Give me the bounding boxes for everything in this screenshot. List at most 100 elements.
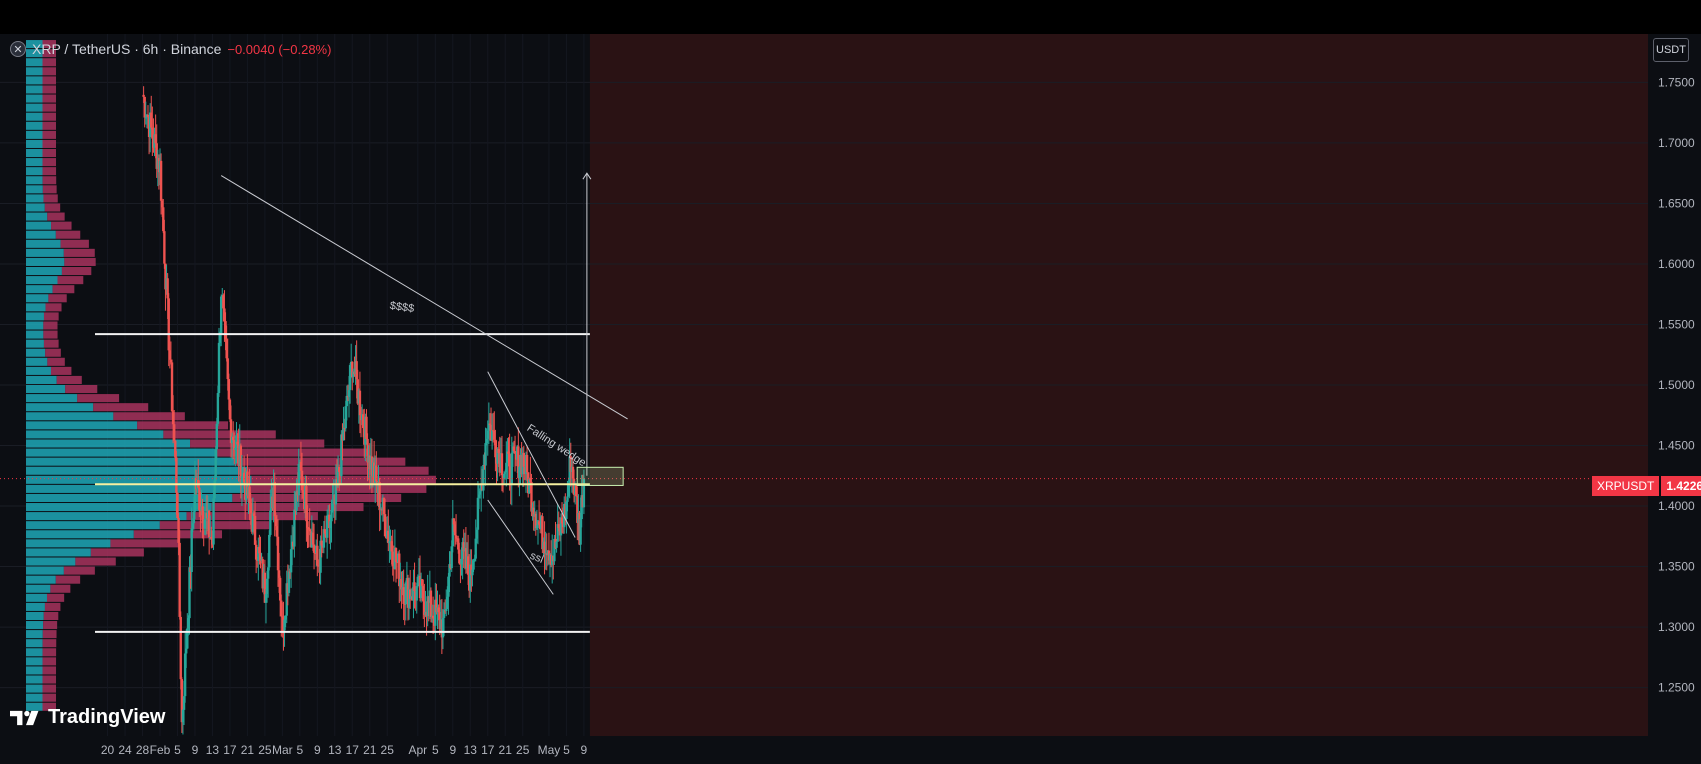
volume-bar-up	[26, 430, 164, 439]
volume-bar-down	[60, 239, 89, 248]
volume-bar-down	[42, 158, 57, 167]
volume-bar-up	[26, 575, 56, 584]
volume-bar-up	[26, 403, 94, 412]
volume-bar-down	[43, 194, 58, 203]
volume-bar-up	[26, 248, 64, 257]
candle-body	[268, 534, 271, 568]
candle-body	[323, 529, 327, 534]
volume-bar-down	[47, 357, 65, 366]
volume-bar-down	[190, 439, 325, 448]
volume-bar-up	[26, 366, 51, 375]
volume-bar-up	[26, 303, 46, 312]
volume-bar-down	[42, 675, 57, 684]
volume-bar-up	[26, 557, 76, 566]
candle-body	[566, 496, 569, 502]
volume-bar-down	[50, 584, 71, 593]
volume-bar-down	[50, 366, 72, 375]
volume-bar-down	[77, 394, 120, 403]
volume-bar-up	[26, 139, 43, 148]
candle-body	[142, 94, 145, 97]
chart-header: ✕ XRP / TetherUS · 6h · Binance −0.0040 …	[10, 38, 331, 60]
volume-bar-up	[26, 439, 191, 448]
candle-body	[415, 586, 418, 601]
symbol-title[interactable]: XRP / TetherUS · 6h · Binance	[32, 41, 221, 57]
volume-bar-down	[61, 266, 92, 276]
y-tick-label: 1.6000	[1658, 257, 1695, 271]
volume-bar-up	[26, 294, 49, 303]
candle-body	[175, 457, 178, 493]
volume-bar-up	[26, 503, 212, 512]
candle-body	[190, 528, 193, 573]
volume-bar-down	[42, 121, 57, 130]
volume-bar-down	[93, 403, 149, 412]
volume-bar-down	[45, 348, 61, 357]
volume-bar-down	[48, 294, 67, 303]
candle-body	[185, 648, 188, 654]
volume-bar-up	[26, 466, 248, 475]
volume-bar-up	[26, 348, 46, 357]
volume-bar-down	[251, 475, 436, 484]
volume-bar-down	[90, 548, 144, 557]
x-tick-label: 9	[314, 743, 321, 757]
last-price-tag: XRPUSDT 1.4226	[1592, 476, 1701, 496]
x-tick-label: 21	[363, 743, 377, 757]
candle-body	[179, 616, 182, 680]
x-tick-label: Apr	[408, 743, 427, 757]
tradingview-logo[interactable]: TradingView	[10, 706, 165, 729]
volume-bar-down	[47, 212, 65, 221]
candle-body	[306, 521, 309, 528]
volume-bar-up	[26, 285, 53, 294]
volume-bar-down	[63, 248, 95, 257]
volume-bar-down	[43, 321, 58, 330]
volume-bar-up	[26, 675, 43, 684]
volume-bar-down	[55, 575, 81, 584]
candle-body	[525, 454, 529, 473]
volume-bar-up	[26, 76, 43, 85]
currency-button[interactable]: USDT	[1653, 38, 1689, 62]
candle-body	[216, 393, 220, 424]
candle-body	[212, 498, 215, 545]
volume-bar-up	[26, 203, 45, 212]
volume-bar-up	[26, 221, 52, 230]
volume-bar-up	[26, 539, 111, 548]
volume-bar-up	[26, 584, 51, 593]
x-tick-label: 20	[101, 743, 115, 757]
volume-bar-up	[26, 521, 160, 530]
price-tag-value: 1.4226	[1661, 476, 1701, 496]
x-tick-label: 24	[118, 743, 132, 757]
candle-body	[472, 560, 475, 570]
volume-bar-up	[26, 684, 43, 693]
volume-bar-down	[52, 285, 75, 294]
x-tick-label: 25	[258, 743, 272, 757]
volume-bar-down	[110, 539, 180, 548]
volume-bar-up	[26, 185, 43, 194]
volume-bar-up	[26, 230, 56, 239]
candle-body	[445, 608, 448, 612]
volume-bar-down	[42, 94, 56, 103]
x-tick-label: 5	[563, 743, 570, 757]
close-icon[interactable]: ✕	[10, 41, 26, 57]
volume-bar-up	[26, 103, 43, 112]
volume-bar-up	[26, 194, 44, 203]
x-tick-label: 13	[464, 743, 478, 757]
volume-bar-up	[26, 657, 43, 666]
volume-bar-down	[234, 457, 406, 466]
volume-bar-down	[45, 303, 62, 312]
volume-bar-up	[26, 475, 252, 484]
volume-bar-down	[43, 312, 59, 321]
x-tick-label: 9	[449, 743, 456, 757]
x-tick-label: 13	[328, 743, 342, 757]
chart-window: 1.7500 1.7000 1.6500 1.6000 1.5500 1.5000 1.45…	[0, 0, 1701, 764]
x-tick-label: 9	[192, 743, 199, 757]
x-tick-label: 25	[381, 743, 395, 757]
volume-bar-up	[26, 85, 43, 94]
volume-bar-down	[46, 593, 65, 602]
volume-bar-up	[26, 602, 45, 611]
candle-body	[500, 453, 504, 476]
volume-bar-down	[42, 648, 57, 657]
x-tick-label: 17	[481, 743, 495, 757]
y-tick-label: 1.4500	[1658, 439, 1695, 453]
x-tick-label: 17	[223, 743, 237, 757]
volume-bar-up	[26, 421, 138, 430]
price-chart[interactable]: 1.7500 1.7000 1.6500 1.6000 1.5500 1.5000 1.45…	[0, 0, 1701, 764]
